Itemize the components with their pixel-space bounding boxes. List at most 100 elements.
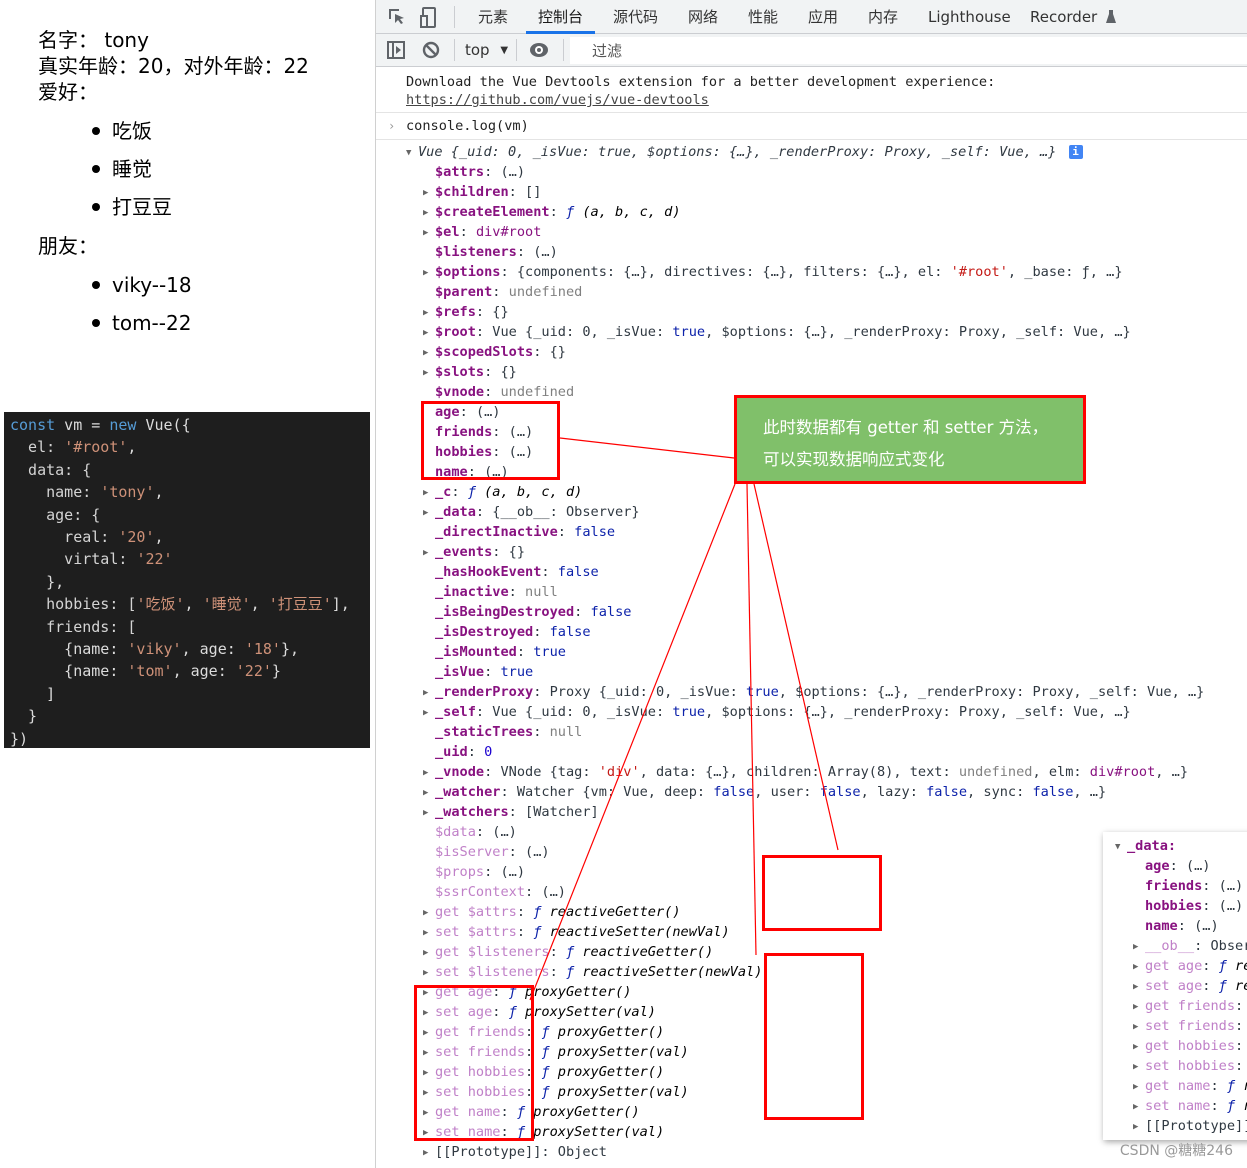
property-row[interactable]: ▶ _events: {} — [423, 542, 525, 562]
tab-performance[interactable]: 性能 — [746, 0, 780, 34]
expand-triangle-icon[interactable]: ▶ — [423, 943, 435, 963]
expand-triangle-icon[interactable]: ▶ — [423, 1083, 435, 1103]
expand-triangle-icon[interactable]: ▶ — [423, 1063, 435, 1083]
property-row[interactable]: ▶ get friends: ƒ proxyGetter() — [423, 1022, 664, 1042]
property-row[interactable]: ▶ $children: [] — [423, 182, 541, 202]
property-row[interactable]: ▶ $slots: {} — [423, 362, 517, 382]
tab-console[interactable]: 控制台 — [525, 0, 596, 34]
property-row[interactable]: ▶ set hobbies: ƒ proxySetter(val) — [423, 1082, 689, 1102]
expand-triangle-icon[interactable]: ▶ — [423, 343, 435, 363]
expand-triangle-icon[interactable]: ▶ — [1133, 1057, 1145, 1077]
data-panel-header[interactable]: ▼ _data: — [1115, 836, 1176, 856]
expand-triangle-icon[interactable]: ▶ — [423, 543, 435, 563]
expand-triangle-icon[interactable]: ▶ — [423, 1043, 435, 1063]
expand-triangle-icon[interactable]: ▼ — [406, 143, 418, 163]
expand-triangle-icon[interactable]: ▶ — [423, 803, 435, 823]
property-row[interactable]: ▶ set $attrs: ƒ reactiveSetter(newVal) — [423, 922, 730, 942]
property-row[interactable]: ▶ _watcher: Watcher {vm: Vue, deep: false… — [423, 782, 1106, 802]
property-row[interactable]: ▶ set age: ƒ proxySetter(val) — [423, 1002, 656, 1022]
clear-console-icon[interactable] — [422, 41, 442, 61]
expand-triangle-icon[interactable]: ▶ — [423, 683, 435, 703]
expand-triangle-icon[interactable]: ▶ — [1133, 1117, 1145, 1137]
expand-triangle-icon[interactable]: ▶ — [423, 303, 435, 323]
expand-triangle-icon[interactable]: ▶ — [423, 903, 435, 923]
expand-triangle-icon[interactable]: ▶ — [423, 183, 435, 203]
expand-triangle-icon[interactable]: ▶ — [1133, 1017, 1145, 1037]
property-row[interactable]: ▶ $root: Vue {_uid: 0, _isVue: true, $opt… — [423, 322, 1131, 342]
property-row[interactable]: ▶ set friends: ƒ proxySetter(val) — [423, 1042, 689, 1062]
property-row[interactable]: ▶ get name: ƒ proxyGetter() — [423, 1102, 640, 1122]
property-row[interactable]: ▶ _data: {__ob__: Observer} — [423, 502, 640, 522]
expand-triangle-icon[interactable]: ▶ — [1133, 977, 1145, 997]
property-row[interactable]: ▶ _renderProxy: Proxy {_uid: 0, _isVue: t… — [423, 682, 1204, 702]
expand-triangle-icon[interactable]: ▶ — [1133, 997, 1145, 1017]
vue-devtools-link[interactable]: https://github.com/vuejs/vue-devtools — [406, 90, 709, 110]
property-row[interactable]: ▶get friends: ƒ reactiveGetter() — [1133, 996, 1247, 1016]
expand-triangle-icon[interactable]: ▶ — [423, 363, 435, 383]
expand-triangle-icon[interactable]: ▶ — [423, 263, 435, 283]
property-row[interactable]: ▶ _c: ƒ (a, b, c, d) — [423, 482, 582, 502]
expand-triangle-icon[interactable]: ▶ — [423, 503, 435, 523]
expand-triangle-icon[interactable]: ▶ — [423, 323, 435, 343]
tab-network[interactable]: 网络 — [686, 0, 720, 34]
expand-triangle-icon[interactable]: ▶ — [423, 783, 435, 803]
property-row[interactable]: ▶[[Prototype]]: Object — [423, 1142, 607, 1162]
sidebar-toggle-icon[interactable] — [387, 41, 407, 61]
tab-sources[interactable]: 源代码 — [611, 0, 660, 34]
device-toolbar-icon[interactable] — [419, 7, 439, 28]
expand-triangle-icon[interactable]: ▶ — [1133, 937, 1145, 957]
property-row[interactable]: ▶ _vnode: VNode {tag: 'div', data: {…}, c… — [423, 762, 1188, 782]
property-row[interactable]: ▶ _watchers: [Watcher] — [423, 802, 599, 822]
property-row[interactable]: ▶ $el: div#root — [423, 222, 541, 242]
vue-object-summary[interactable]: ▼ Vue {_uid: 0, _isVue: true, $options: {… — [406, 142, 1083, 162]
expand-triangle-icon[interactable]: ▶ — [423, 483, 435, 503]
property-row[interactable]: ▶get hobbies: ƒ reactiveGetter() — [1133, 1036, 1247, 1056]
expand-triangle-icon[interactable]: ▶ — [423, 1023, 435, 1043]
property-row[interactable]: ▶[[Prototype]]: Object — [1133, 1116, 1247, 1136]
property-row[interactable]: ▶ $refs: {} — [423, 302, 509, 322]
property-row[interactable]: ▶ get $listeners: ƒ reactiveGetter() — [423, 942, 713, 962]
expand-triangle-icon[interactable]: ▶ — [423, 1143, 435, 1163]
property-row[interactable]: ▶__ob__: Observer {value: {…}, dep: Dep,… — [1133, 936, 1247, 956]
expand-triangle-icon[interactable]: ▶ — [423, 223, 435, 243]
tab-memory[interactable]: 内存 — [866, 0, 900, 34]
property-row[interactable]: ▶set hobbies: ƒ reactiveSetter(newVal) — [1133, 1056, 1247, 1076]
context-selector[interactable]: top ▼ — [465, 41, 508, 59]
property-row[interactable]: ▶ $createElement: ƒ (a, b, c, d) — [423, 202, 681, 222]
console-filter-input[interactable] — [570, 37, 1247, 64]
tab-application[interactable]: 应用 — [806, 0, 840, 34]
info-icon[interactable]: i — [1068, 145, 1083, 159]
property-row[interactable]: ▶ get hobbies: ƒ proxyGetter() — [423, 1062, 664, 1082]
expand-triangle-icon[interactable]: ▶ — [423, 703, 435, 723]
tab-elements[interactable]: 元素 — [476, 0, 510, 34]
property-row[interactable]: ▶get age: ƒ reactiveGetter() — [1133, 956, 1247, 976]
expand-triangle-icon[interactable]: ▶ — [423, 1123, 435, 1143]
inspect-element-icon[interactable] — [387, 7, 407, 27]
tab-lighthouse[interactable]: Lighthouse — [926, 0, 1013, 34]
expand-triangle-icon[interactable]: ▶ — [423, 963, 435, 983]
property-row[interactable]: ▶set friends: ƒ reactiveSetter(newVal) — [1133, 1016, 1247, 1036]
expand-triangle-icon[interactable]: ▶ — [423, 1103, 435, 1123]
expand-triangle-icon[interactable]: ▶ — [423, 923, 435, 943]
expand-triangle-icon[interactable]: ▶ — [423, 203, 435, 223]
expand-triangle-icon[interactable]: ▶ — [423, 763, 435, 783]
expand-triangle-icon[interactable]: ▶ — [423, 1003, 435, 1023]
expand-triangle-icon[interactable]: ▶ — [1133, 1097, 1145, 1117]
expand-triangle-icon[interactable]: ▶ — [423, 983, 435, 1003]
expand-triangle-icon[interactable]: ▶ — [1133, 1037, 1145, 1057]
expand-triangle-icon[interactable]: ▶ — [1133, 1077, 1145, 1097]
live-expression-eye-icon[interactable] — [529, 41, 549, 61]
property-row[interactable]: ▶ get age: ƒ proxyGetter() — [423, 982, 631, 1002]
property-row[interactable]: ▶ $options: {components: {…}, directives:… — [423, 262, 1123, 282]
property-row[interactable]: ▶ set $listeners: ƒ reactiveSetter(newVal… — [423, 962, 762, 982]
property-row[interactable]: ▶ $scopedSlots: {} — [423, 342, 566, 362]
property-row[interactable]: ▶set name: ƒ reactiveSetter(newVal) — [1133, 1096, 1247, 1116]
property-row[interactable]: ▶get name: ƒ reactiveGetter() — [1133, 1076, 1247, 1096]
property-row[interactable]: ▶ get $attrs: ƒ reactiveGetter() — [423, 902, 681, 922]
expand-triangle-icon[interactable]: ▼ — [1115, 837, 1127, 857]
expand-triangle-icon[interactable]: ▶ — [1133, 957, 1145, 977]
property-row[interactable]: ▶ _self: Vue {_uid: 0, _isVue: true, $opt… — [423, 702, 1131, 722]
property-row[interactable]: ▶set age: ƒ reactiveSetter(newVal) — [1133, 976, 1247, 996]
property-row[interactable]: ▶ set name: ƒ proxySetter(val) — [423, 1122, 664, 1142]
tab-recorder[interactable]: Recorder — [1028, 0, 1118, 34]
